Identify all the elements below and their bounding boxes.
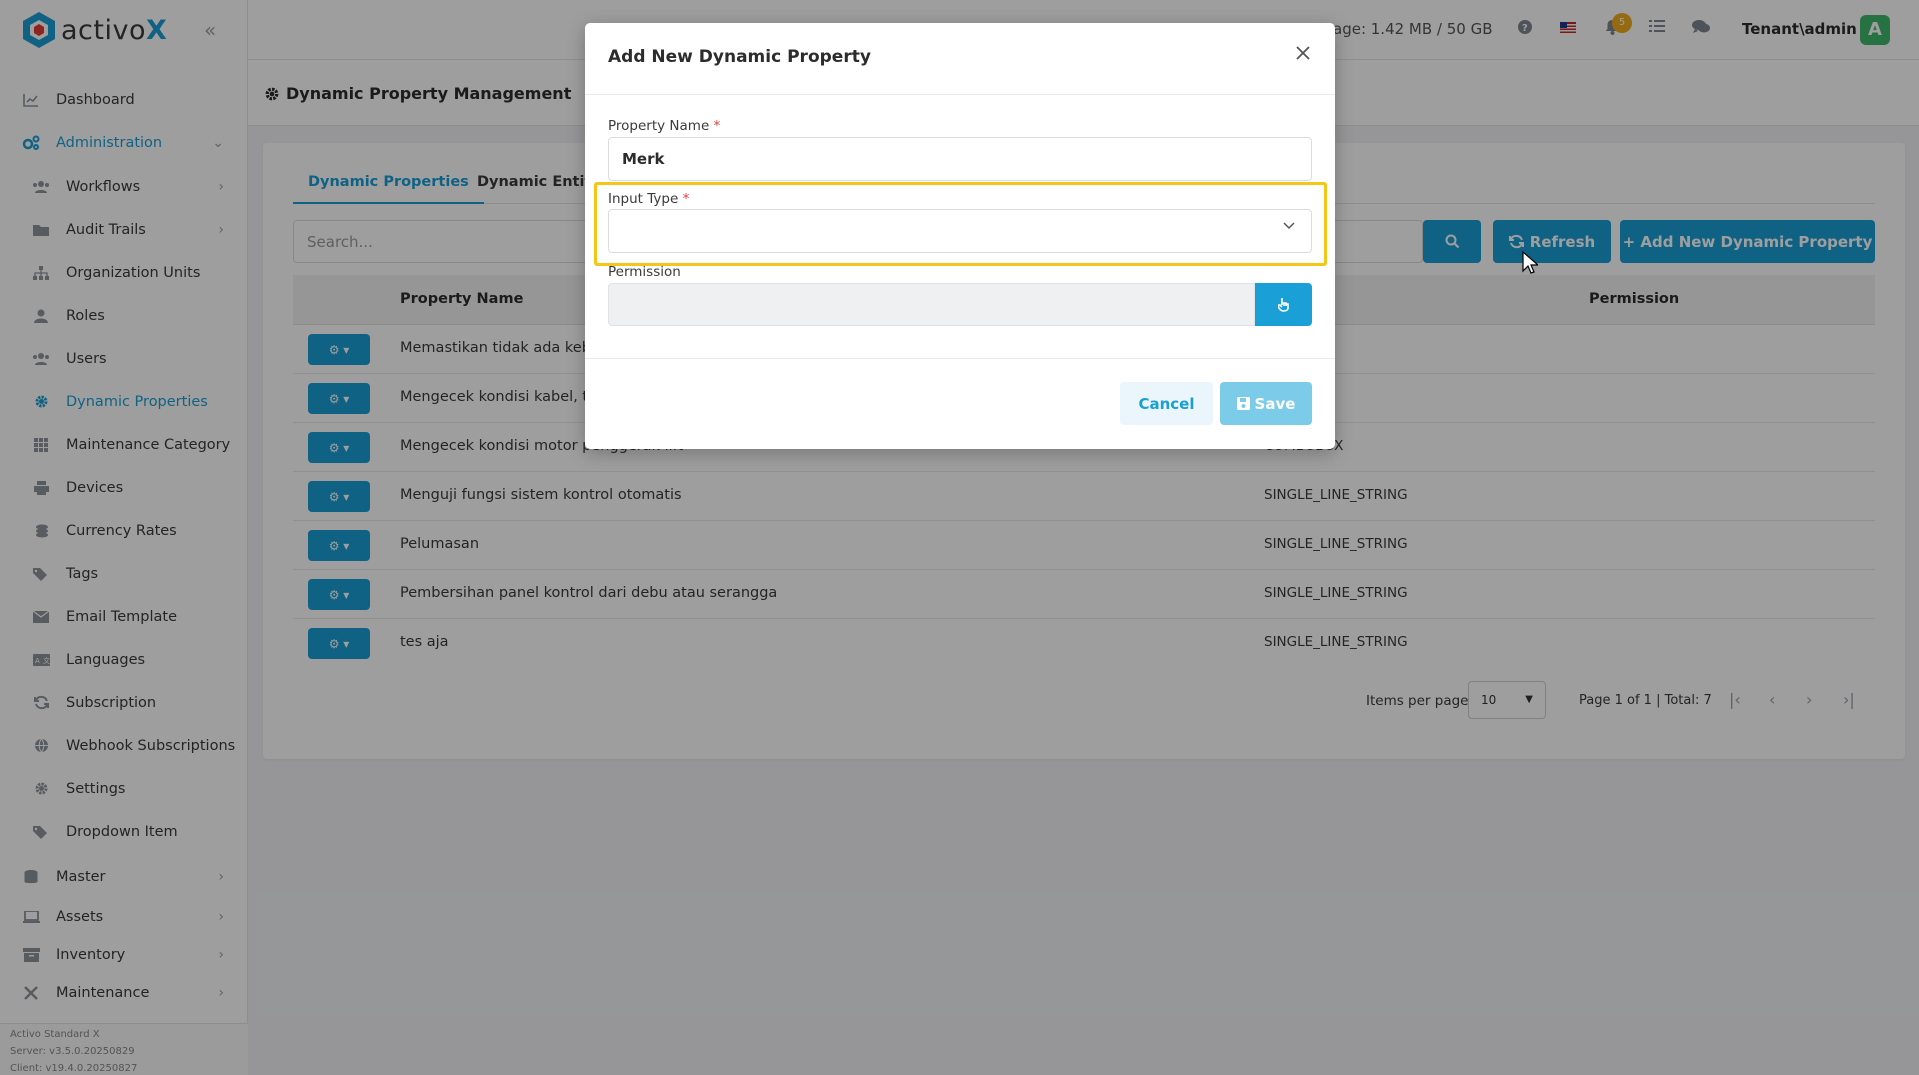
modal-header: Add New Dynamic Property xyxy=(585,23,1335,95)
required-marker: * xyxy=(713,118,721,134)
cancel-button[interactable]: Cancel xyxy=(1120,382,1213,425)
modal-footer-divider xyxy=(585,358,1335,359)
mouse-cursor-icon xyxy=(1522,251,1538,275)
chevron-down-icon xyxy=(1283,222,1295,230)
permission-label: Permission xyxy=(608,264,681,280)
hand-pointer-icon xyxy=(1277,298,1289,312)
modal-title: Add New Dynamic Property xyxy=(608,47,871,67)
property-name-input[interactable]: Merk xyxy=(608,137,1312,181)
permission-input xyxy=(608,283,1255,326)
save-button[interactable]: Save xyxy=(1220,382,1312,425)
add-dynamic-property-modal: Add New Dynamic Property Property Name *… xyxy=(585,23,1335,449)
select-permission-button[interactable] xyxy=(1255,283,1312,326)
save-icon xyxy=(1236,397,1250,410)
save-label: Save xyxy=(1254,394,1296,413)
required-marker: * xyxy=(682,191,690,207)
input-type-select[interactable] xyxy=(608,209,1312,253)
input-type-label: Input Type * xyxy=(608,191,690,207)
close-icon[interactable] xyxy=(1295,45,1311,61)
property-name-label: Property Name * xyxy=(608,118,721,134)
